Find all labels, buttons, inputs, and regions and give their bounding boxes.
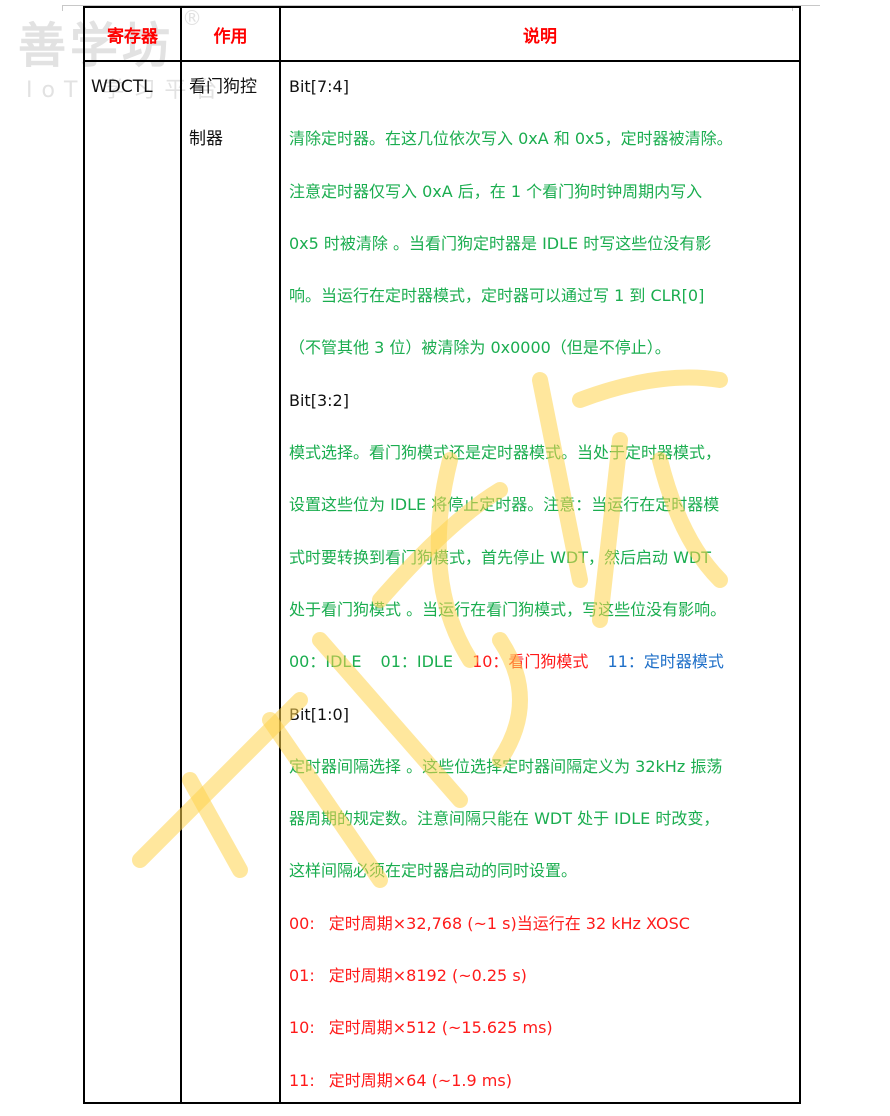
register-name-cell: WDCTL [83, 60, 182, 1104]
mode-option-11: 11：定时器模式 [607, 652, 724, 672]
description-line: 器周期的规定数。注意间隔只能在 WDT 处于 IDLE 时改变， [289, 809, 720, 829]
interval-text: 定时周期×32,768 (~1 s)当运行在 32 kHz XOSC [328, 913, 690, 933]
interval-code: 11: [289, 1070, 315, 1090]
table-header-row: 寄存器 作用 说明 [83, 6, 801, 62]
description-line: 0x5 时被清除 。当看门狗定时器是 IDLE 时写这些位没有影 [289, 233, 712, 253]
description-line: 清除定时器。在这几位依次写入 0xA 和 0x5，定时器被清除。 [289, 129, 733, 149]
register-name: WDCTL [91, 77, 153, 97]
interval-option-11: 11: 定时周期×64 (~1.9 ms) [289, 1068, 793, 1102]
mode-option-10: 10：看门狗模式 [472, 652, 589, 672]
mode-option-01: 01：IDLE [380, 652, 453, 672]
description-line: 注意定时器仅写入 0xA 后，在 1 个看门狗时钟周期内写入 [289, 181, 703, 201]
function-cell: 看门狗控 制器 [180, 60, 281, 1104]
function-line-2: 制器 [189, 129, 223, 149]
interval-code: 10: [289, 1018, 315, 1038]
interval-option-00: 00: 定时周期×32,768 (~1 s)当运行在 32 kHz XOSC [289, 911, 793, 963]
description-line: 模式选择。看门狗模式还是定时器模式。当处于定时器模式， [289, 443, 722, 463]
bit-field-3-2: Bit[3:2] [289, 390, 349, 410]
header-description: 说明 [279, 6, 801, 62]
mode-options-line: 00：IDLE 01：IDLE 10：看门狗模式 11：定时器模式 [289, 649, 793, 701]
header-function: 作用 [180, 6, 281, 62]
interval-code: 01: [289, 966, 315, 986]
function-line-1: 看门狗控 [189, 77, 257, 97]
description-line: 这样间隔必须在定时器启动的同时设置。 [289, 861, 578, 881]
description-line: 处于看门狗模式 。当运行在看门狗模式，写这些位没有影响。 [289, 599, 727, 619]
margin-tick-left [62, 5, 63, 11]
table-row: WDCTL 看门狗控 制器 Bit[7:4] 清除定时器。在这几位依次写入 0x… [83, 60, 801, 1104]
description-line: 式时要转换到看门狗模式，首先停止 WDT，然后启动 WDT [289, 547, 712, 567]
description-line: 设置这些位为 IDLE 将停止定时器。注意：当运行在定时器模 [289, 495, 720, 515]
interval-text: 定时周期×512 (~15.625 ms) [328, 1018, 553, 1038]
mode-option-00: 00：IDLE [289, 652, 362, 672]
description-line: 响。当运行在定时器模式，定时器可以通过写 1 到 CLR[0] [289, 286, 705, 306]
header-register: 寄存器 [83, 6, 182, 62]
description-line: （不管其他 3 位）被清除为 0x0000（但是不停止）。 [289, 338, 671, 358]
interval-text: 定时周期×8192 (~0.25 s) [328, 966, 527, 986]
register-table: 寄存器 作用 说明 WDCTL 看门狗控 制器 Bit[7:4] 清除定时器。在… [83, 6, 801, 1104]
interval-text: 定时周期×64 (~1.9 ms) [328, 1070, 512, 1090]
description-line: 定时器间隔选择 。这些位选择定时器间隔定义为 32kHz 振荡 [289, 756, 723, 776]
bit-field-1-0: Bit[1:0] [289, 704, 349, 724]
bit-field-7-4: Bit[7:4] [289, 77, 349, 96]
interval-option-01: 01: 定时周期×8192 (~0.25 s) [289, 963, 793, 1015]
interval-option-10: 10: 定时周期×512 (~15.625 ms) [289, 1015, 793, 1067]
interval-code: 00: [289, 913, 315, 933]
description-cell: Bit[7:4] 清除定时器。在这几位依次写入 0xA 和 0x5，定时器被清除… [279, 60, 801, 1104]
